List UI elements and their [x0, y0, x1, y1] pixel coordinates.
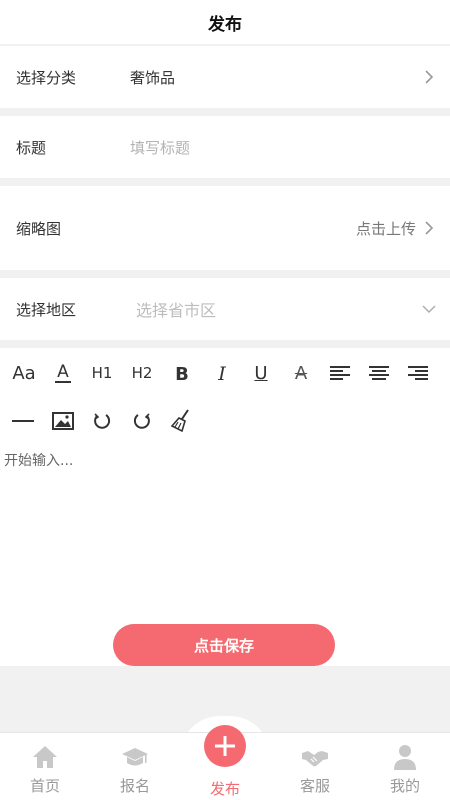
tab-mine-label: 我的 [389, 777, 420, 795]
tab-publish-label[interactable]: 发布 [180, 778, 270, 799]
h1-button[interactable]: H1 [85, 356, 119, 390]
align-right-icon [408, 366, 428, 380]
publish-button[interactable] [204, 725, 246, 767]
horizontal-rule-icon [12, 420, 34, 422]
home-icon [33, 746, 57, 768]
align-center-icon [369, 366, 389, 380]
align-right-button[interactable] [401, 356, 435, 390]
rich-text-editor[interactable]: Aa A H1 H2 B I U A 开始输入... 点击保存 [0, 348, 450, 666]
tab-service-label: 客服 [299, 777, 330, 795]
chevron-right-icon [425, 70, 434, 84]
strikethrough-button[interactable]: A [284, 356, 318, 390]
align-center-button[interactable] [362, 356, 396, 390]
tab-mine[interactable]: 我的 [360, 733, 450, 800]
chevron-right-icon [425, 221, 434, 235]
underline-bar-icon [55, 380, 71, 383]
region-row[interactable]: 选择地区 选择省市区 [0, 278, 450, 340]
plus-icon [215, 736, 235, 756]
tab-service[interactable]: 客服 [270, 733, 360, 800]
align-left-button[interactable] [323, 356, 357, 390]
bold-button[interactable]: B [165, 357, 199, 391]
redo-icon [133, 413, 150, 429]
italic-button[interactable]: I [205, 357, 239, 391]
page-header: 发布 [0, 0, 450, 44]
upload-link[interactable]: 点击上传 [356, 218, 416, 239]
broom-icon [170, 409, 189, 433]
handshake-icon [302, 751, 328, 767]
font-size-button[interactable]: Aa [7, 356, 41, 390]
category-value: 奢饰品 [130, 68, 176, 87]
thumbnail-row[interactable]: 缩略图 点击上传 [0, 186, 450, 270]
undo-icon [94, 413, 111, 429]
editor-placeholder[interactable]: 开始输入... [4, 450, 73, 470]
tab-signup-label: 报名 [119, 777, 150, 795]
save-button[interactable]: 点击保存 [113, 624, 335, 666]
font-color-button[interactable]: A [46, 356, 80, 390]
chevron-down-icon [422, 305, 436, 313]
tab-home-label: 首页 [29, 777, 60, 795]
image-icon [52, 412, 74, 430]
undo-button[interactable] [85, 404, 119, 438]
underline-button[interactable]: U [244, 356, 278, 390]
insert-image-button[interactable] [46, 404, 80, 438]
page-title: 发布 [208, 14, 242, 35]
title-input[interactable]: 填写标题 [130, 137, 436, 158]
horizontal-rule-button[interactable] [6, 404, 40, 438]
title-label: 标题 [16, 138, 47, 157]
graduation-cap-icon [122, 748, 148, 766]
clear-format-button[interactable] [164, 404, 198, 438]
redo-button[interactable] [125, 404, 159, 438]
title-row[interactable]: 标题 填写标题 [0, 116, 450, 178]
tab-signup[interactable]: 报名 [90, 733, 180, 800]
category-label: 选择分类 [16, 68, 77, 87]
category-row[interactable]: 选择分类 奢饰品 [0, 46, 450, 108]
tab-home[interactable]: 首页 [0, 733, 90, 800]
user-icon [394, 745, 416, 770]
align-left-icon [330, 366, 350, 380]
h2-button[interactable]: H2 [125, 356, 159, 390]
region-label: 选择地区 [16, 300, 77, 319]
thumbnail-label: 缩略图 [16, 219, 62, 238]
region-select[interactable]: 选择省市区 [130, 297, 422, 321]
